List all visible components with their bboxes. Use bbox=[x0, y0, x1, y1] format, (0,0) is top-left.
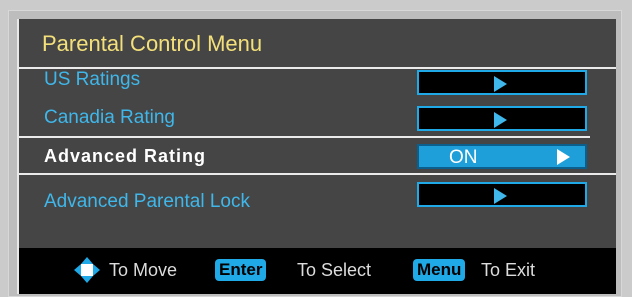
selection-bottom-divider bbox=[19, 173, 616, 175]
footer-help-bar: To Move Enter To Select Menu To Exit bbox=[19, 248, 616, 294]
arrow-right-icon bbox=[494, 112, 507, 128]
enter-key-badge: Enter bbox=[215, 259, 267, 281]
move-hint: To Move bbox=[109, 260, 178, 280]
arrow-right-icon bbox=[494, 76, 507, 92]
menu-item-canadia-rating[interactable]: Canadia Rating bbox=[44, 107, 175, 129]
us-ratings-value[interactable] bbox=[417, 70, 587, 95]
select-hint: To Select bbox=[297, 260, 372, 280]
menu-title: Parental Control Menu bbox=[42, 31, 263, 56]
advanced-rating-value-text: ON bbox=[449, 147, 478, 168]
selection-top-divider bbox=[19, 136, 590, 138]
arrow-right-icon bbox=[494, 188, 507, 204]
canadia-rating-value[interactable] bbox=[417, 106, 587, 131]
advanced-parental-lock-value[interactable] bbox=[417, 182, 587, 207]
parental-control-panel: Parental Control Menu US Ratings Canadia… bbox=[17, 19, 616, 294]
menu-key-badge: Menu bbox=[413, 259, 466, 281]
exit-hint: To Exit bbox=[481, 260, 536, 280]
menu-item-us-ratings[interactable]: US Ratings bbox=[44, 69, 140, 91]
menu-item-advanced-rating[interactable]: Advanced Rating bbox=[44, 146, 206, 167]
direction-pad-icon bbox=[74, 257, 100, 283]
advanced-rating-value[interactable]: ON bbox=[417, 144, 587, 169]
arrow-right-icon bbox=[557, 149, 570, 165]
menu-item-advanced-parental-lock[interactable]: Advanced Parental Lock bbox=[44, 191, 250, 213]
